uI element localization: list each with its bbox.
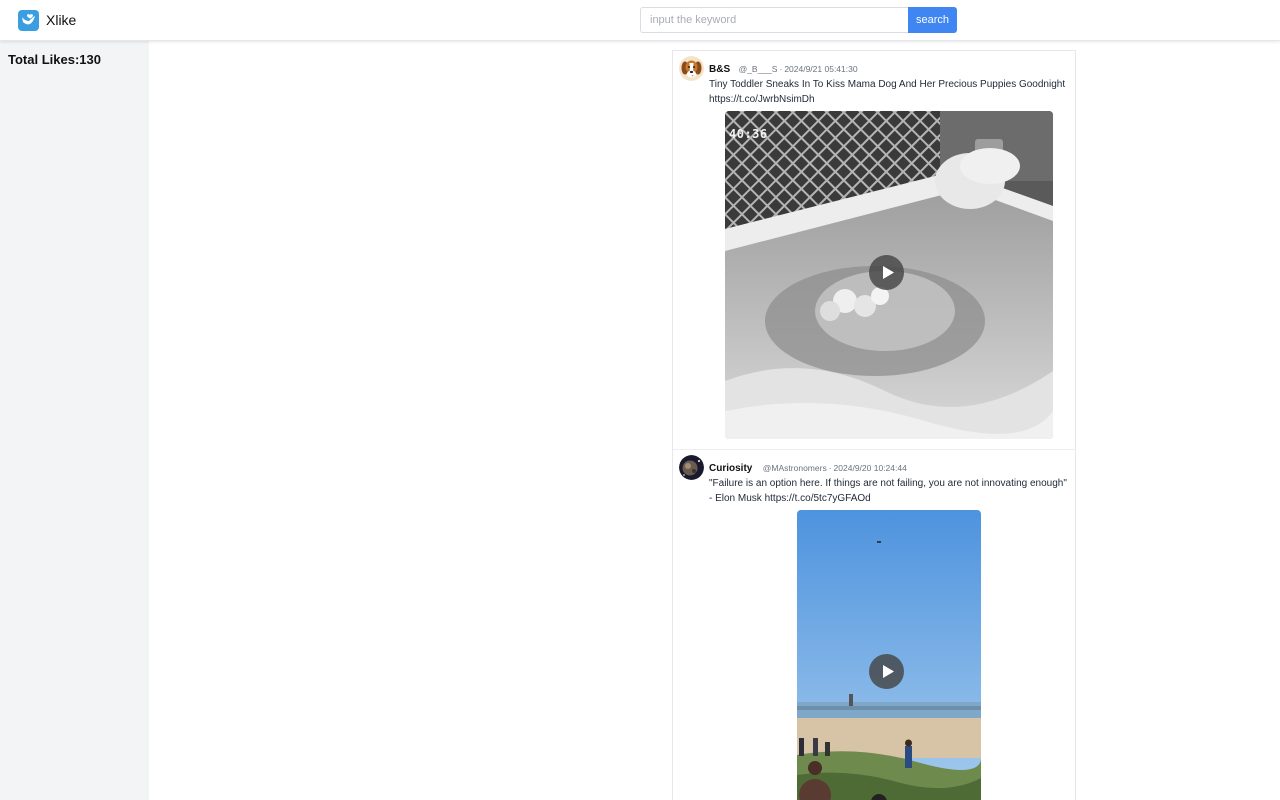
app-title[interactable]: Xlike bbox=[46, 12, 76, 28]
play-icon[interactable] bbox=[869, 255, 904, 290]
space-avatar[interactable] bbox=[679, 455, 704, 480]
tweet-datetime: 2024/9/20 10:24:44 bbox=[833, 463, 907, 473]
separator-dot: · bbox=[779, 64, 783, 74]
search-bar: search bbox=[640, 7, 957, 33]
tweet-text: "Failure is an option here. If things ar… bbox=[709, 478, 1067, 504]
tweet-header: B&S @_B___S · 2024/9/21 05:41:30 bbox=[709, 59, 858, 77]
author-name[interactable]: B&S bbox=[709, 64, 730, 75]
sidebar: Total Likes:130 bbox=[0, 41, 149, 800]
tweet-datetime: 2024/9/21 05:41:30 bbox=[784, 64, 858, 74]
top-navigation-bar: Xlike search bbox=[0, 0, 1280, 41]
search-input[interactable] bbox=[640, 7, 908, 33]
author-handle: @_B___S bbox=[738, 64, 778, 74]
tweet-video[interactable]: 40:36 bbox=[725, 111, 1053, 439]
tweet-header: Curiosity @MAstronomers · 2024/9/20 10:24:… bbox=[709, 458, 907, 476]
tweet-card: B&S @_B___S · 2024/9/21 05:41:30 Tiny Todd… bbox=[673, 51, 1075, 450]
tweet-feed: B&S @_B___S · 2024/9/21 05:41:30 Tiny Todd… bbox=[672, 50, 1076, 800]
tweet-card: Curiosity @MAstronomers · 2024/9/20 10:24:… bbox=[673, 450, 1075, 800]
author-name[interactable]: Curiosity bbox=[709, 463, 752, 474]
play-icon[interactable] bbox=[869, 654, 904, 689]
separator-dot: · bbox=[828, 463, 832, 473]
tweet-text: Tiny Toddler Sneaks In To Kiss Mama Dog … bbox=[709, 79, 1066, 105]
tweet-video[interactable] bbox=[797, 510, 981, 800]
author-handle: @MAstronomers bbox=[762, 463, 827, 473]
total-likes-count: Total Likes:130 bbox=[8, 52, 101, 67]
app-logo-icon[interactable] bbox=[18, 10, 39, 31]
video-timestamp-overlay: 40:36 bbox=[729, 127, 768, 141]
search-button[interactable]: search bbox=[908, 7, 957, 33]
beagle-avatar[interactable] bbox=[679, 56, 704, 81]
